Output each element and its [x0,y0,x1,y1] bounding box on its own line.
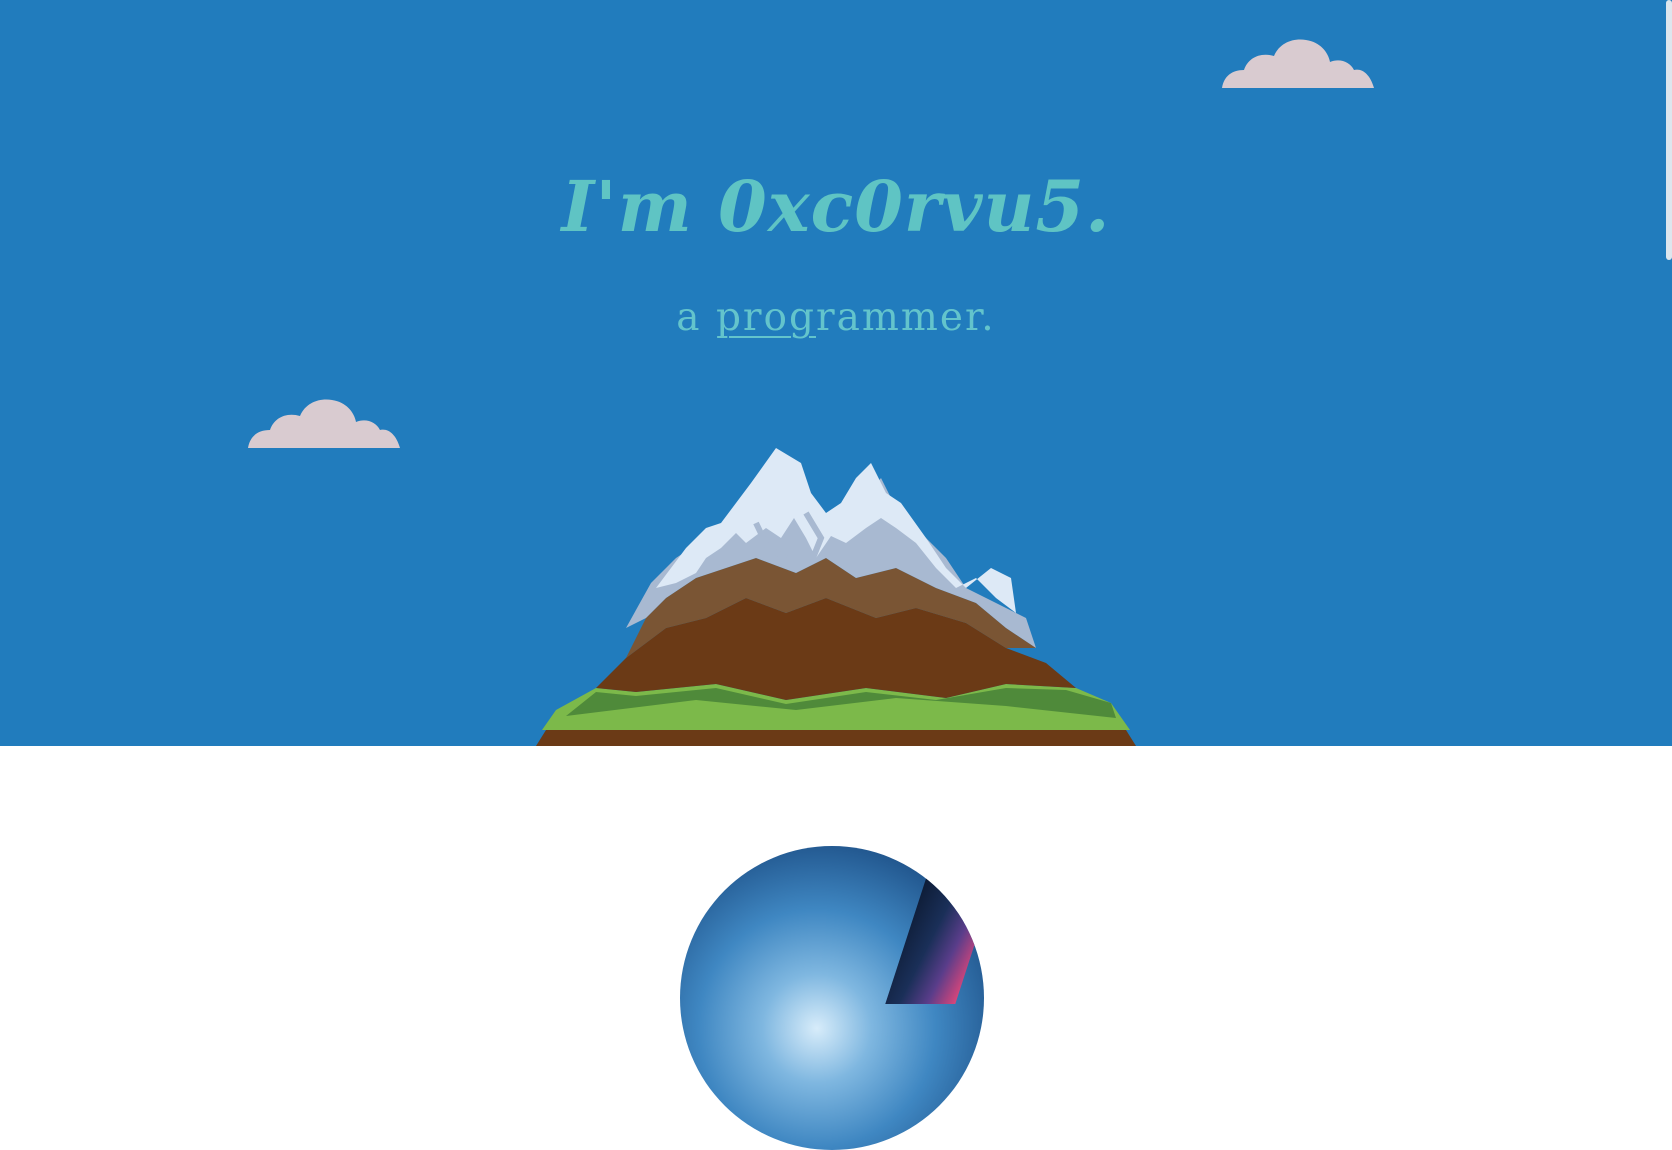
scrollbar-thumb[interactable] [1666,0,1672,260]
mountain-illustration [536,448,1136,746]
avatar-light-streak [885,864,984,1004]
cloud-icon [248,399,400,448]
profile-avatar [680,846,984,1150]
subtitle-prefix: a [676,295,716,340]
subtitle-typed-text: prog [715,295,816,340]
hero-section: I'm 0xc0rvu5. a programmer. [0,0,1672,746]
hero-subtitle: a programmer. [0,295,1672,340]
hero-title: I'm 0xc0rvu5. [561,165,1111,248]
cloud-icon [1222,39,1374,88]
subtitle-rest: rammer. [816,295,996,340]
